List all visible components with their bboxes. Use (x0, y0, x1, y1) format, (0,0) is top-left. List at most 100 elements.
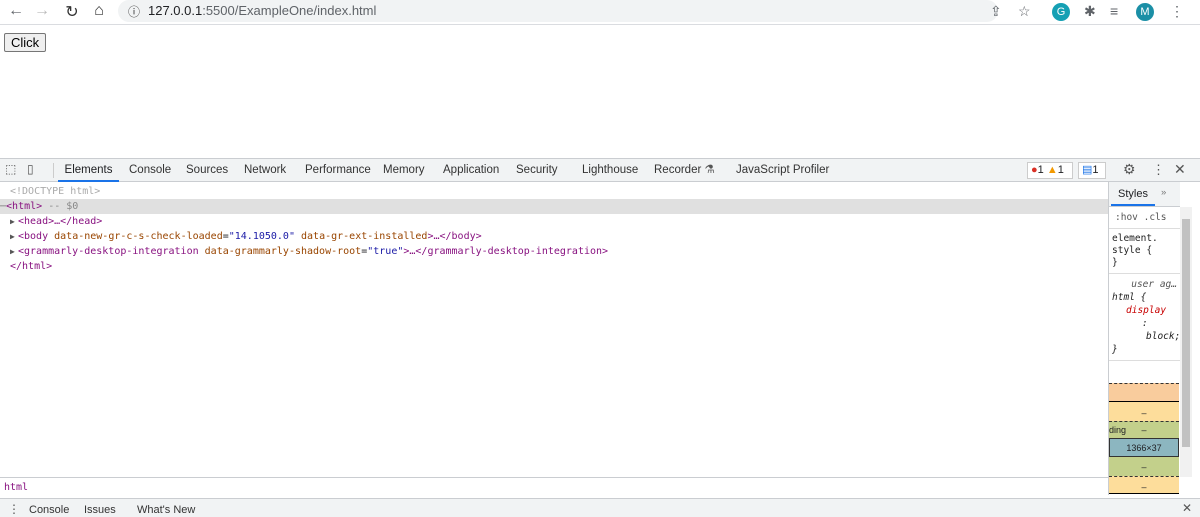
rule-close: } (1112, 257, 1118, 268)
rule-source: user ag… (1131, 279, 1177, 290)
rule-close: } (1112, 344, 1118, 355)
expand-triangle-icon[interactable]: ▶ (10, 244, 18, 259)
grammarly-node[interactable]: ▶ <grammarly-desktop-integration data-gra… (0, 244, 1108, 259)
tab-lighthouse[interactable]: Lighthouse (582, 159, 638, 182)
styles-pane: Styles » :hov .cls element. style { } us… (1108, 182, 1180, 495)
head-tag: <head>…</head> (18, 216, 103, 227)
grammarly-tag: <grammarly-desktop-integration (18, 246, 199, 257)
padding-label: ding (1109, 425, 1127, 435)
reload-icon[interactable]: ↻ (62, 2, 82, 22)
error-count: 1 (1037, 164, 1044, 176)
bookmark-star-icon[interactable]: ☆ (1018, 3, 1031, 20)
divider (53, 163, 54, 178)
attr-name: data-new-gr-c-s-check-loaded (54, 231, 223, 242)
box-model-border-bottom: – (1109, 476, 1179, 494)
drawer-tab-issues[interactable]: Issues (84, 504, 116, 516)
rule-selector: style { (1112, 245, 1153, 256)
padding-value: – (1141, 425, 1147, 435)
click-button[interactable]: Click (4, 33, 47, 52)
experiment-flask-icon: ⚗ (704, 164, 715, 176)
user-agent-rule[interactable]: user ag… html { display : block; } (1109, 274, 1180, 361)
css-colon: : (1142, 318, 1148, 329)
body-node[interactable]: ▶ <body data-new-gr-c-s-check-loaded="14.… (0, 229, 1108, 244)
browser-toolbar: ← → ↻ ⌂ ⓘ 127.0.0.1:5500/ExampleOne/inde… (0, 0, 1200, 25)
drawer-tab-console[interactable]: Console (29, 504, 69, 516)
css-property: display (1126, 305, 1167, 316)
body-tag-close: >…</body> (427, 231, 482, 242)
device-toolbar-icon[interactable]: ▯ (27, 162, 34, 176)
tab-recorder[interactable]: Recorder ⚗ (654, 159, 715, 182)
profile-avatar[interactable]: M (1136, 3, 1154, 21)
expand-triangle-icon[interactable]: ▶ (10, 229, 18, 244)
media-queue-icon[interactable]: ≡ (1110, 3, 1118, 19)
tab-recorder-label: Recorder (654, 164, 702, 176)
extensions-puzzle-icon[interactable]: ✱ (1084, 3, 1096, 20)
drawer-menu-icon[interactable]: ⋮ (8, 502, 20, 516)
drawer-tabbar: ⋮ Console Issues What's New ✕ (0, 498, 1200, 517)
tab-styles[interactable]: Styles (1111, 182, 1155, 206)
doctype-node[interactable]: <!DOCTYPE html> (0, 184, 1108, 199)
close-devtools-icon[interactable]: ✕ (1174, 161, 1186, 178)
breadcrumb[interactable]: html (0, 477, 1108, 498)
settings-gear-icon[interactable]: ⚙ (1123, 161, 1136, 178)
devtools-toolbar: ⬚ ▯ Elements Console Sources Network Per… (0, 158, 1200, 182)
close-drawer-icon[interactable]: ✕ (1182, 501, 1192, 515)
messages-counter[interactable]: ▤1 (1078, 162, 1106, 179)
expand-triangle-icon[interactable]: ▶ (10, 214, 18, 229)
tab-memory[interactable]: Memory (383, 159, 425, 182)
grammarly-tag-close: >…</grammarly-desktop-integration> (403, 246, 609, 257)
warning-icon: ▲ (1046, 164, 1058, 176)
tab-security[interactable]: Security (516, 159, 558, 182)
styles-filter[interactable]: :hov .cls (1109, 207, 1180, 229)
attr-value: "14.1050.0" (228, 231, 295, 242)
html-open-tag: <html> (6, 201, 43, 212)
rule-selector: html { (1112, 292, 1147, 303)
tab-performance[interactable]: Performance (305, 159, 371, 182)
css-value: block; (1146, 331, 1180, 342)
head-node[interactable]: ▶ <head>…</head> (0, 214, 1108, 229)
inspect-element-icon[interactable]: ⬚ (5, 162, 16, 176)
styles-tabbar: Styles » (1109, 182, 1180, 207)
dom-tree: <!DOCTYPE html> ⋯<html> -- $0 ▶ <head>…</… (0, 182, 1108, 477)
tab-elements[interactable]: Elements (58, 159, 119, 182)
box-model-padding-bottom: – (1109, 457, 1179, 476)
message-count: 1 (1092, 164, 1099, 176)
tab-application[interactable]: Application (443, 159, 499, 182)
url-path: :5500/ExampleOne/index.html (202, 3, 377, 18)
issues-counter[interactable]: ●1 ▲1 (1027, 162, 1073, 179)
tab-console[interactable]: Console (129, 159, 171, 182)
html-node-selected[interactable]: ⋯<html> -- $0 (0, 199, 1108, 214)
attr-value: "true" (367, 246, 404, 257)
rule-selector: element. (1112, 233, 1158, 244)
home-icon[interactable]: ⌂ (89, 2, 109, 20)
attr-name: data-gr-ext-installed (301, 231, 428, 242)
box-model-padding: ding – (1109, 421, 1179, 438)
tab-javascript-profiler[interactable]: JavaScript Profiler (736, 159, 829, 182)
box-model-margin (1109, 383, 1179, 401)
selected-marker: -- $0 (48, 201, 79, 212)
attr-name: data-grammarly-shadow-root (204, 246, 362, 257)
site-info-icon[interactable]: ⓘ (128, 3, 140, 20)
browser-menu-icon[interactable]: ⋮ (1170, 3, 1184, 20)
scrollbar-thumb[interactable] (1182, 219, 1190, 447)
share-icon[interactable]: ⇪ (990, 3, 1002, 20)
body-tag: <body (18, 231, 49, 242)
tab-sources[interactable]: Sources (186, 159, 228, 182)
address-bar[interactable]: ⓘ 127.0.0.1:5500/ExampleOne/index.html ⇪… (118, 0, 1031, 22)
drawer-tab-whats-new[interactable]: What's New (137, 504, 195, 516)
box-model-content: 1366×37 (1109, 438, 1179, 457)
grammarly-extension-icon[interactable]: G (1052, 3, 1070, 21)
tab-network[interactable]: Network (244, 159, 286, 182)
more-tabs-chevron-icon[interactable]: » (1161, 187, 1166, 198)
message-icon: ▤ (1082, 164, 1093, 176)
devtools-menu-icon[interactable]: ⋮ (1152, 162, 1165, 178)
error-icon: ● (1031, 164, 1038, 176)
box-model-border: – (1109, 401, 1179, 421)
back-icon[interactable]: ← (6, 2, 26, 20)
url-text[interactable]: 127.0.0.1:5500/ExampleOne/index.html (148, 3, 376, 18)
element-style-rule[interactable]: element. style { } (1109, 229, 1180, 274)
url-host: 127.0.0.1 (148, 3, 203, 18)
forward-icon[interactable]: → (32, 2, 52, 20)
styles-scrollbar[interactable] (1180, 207, 1192, 477)
html-close-tag[interactable]: </html> (0, 259, 1108, 274)
